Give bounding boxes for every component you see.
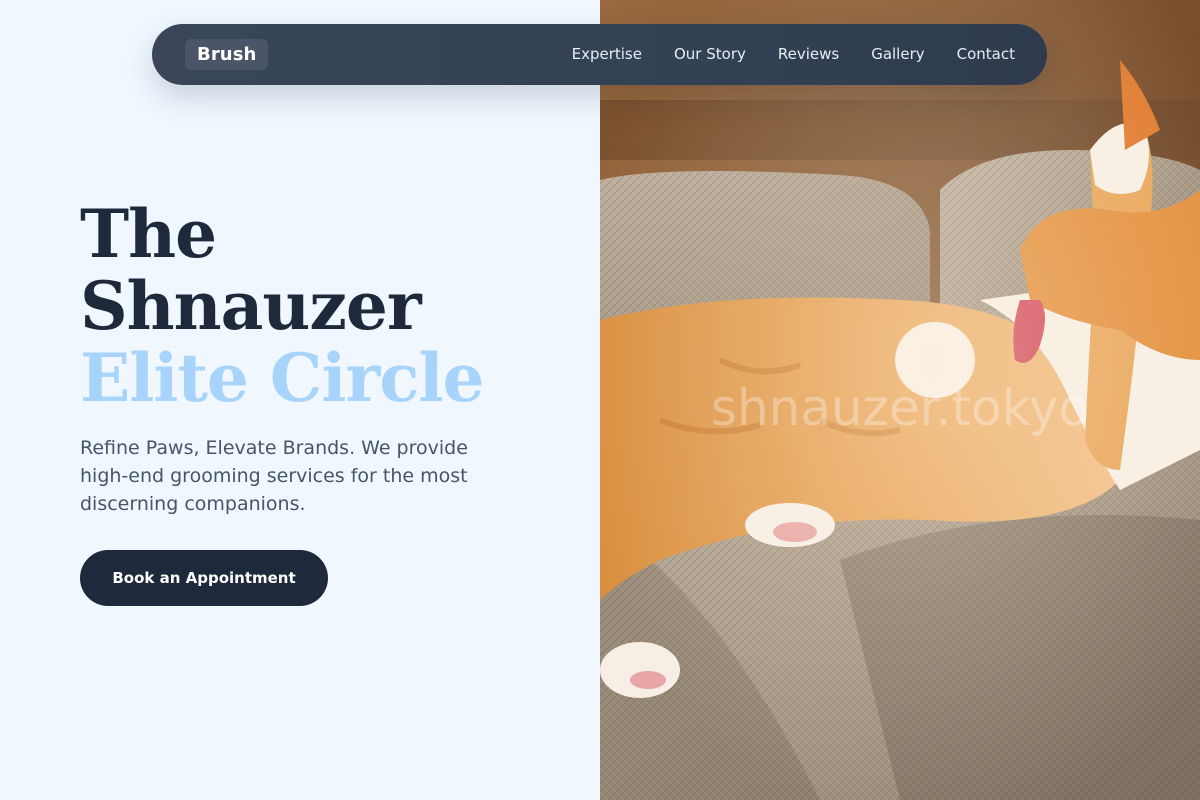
- nav-item-expertise: Expertise: [572, 45, 642, 64]
- nav-item-contact: Contact: [957, 45, 1015, 64]
- hero-photo: shnauzer.tokyo: [600, 0, 1200, 800]
- nav-item-reviews: Reviews: [778, 45, 839, 64]
- brand-logo[interactable]: Brush: [185, 39, 269, 70]
- nav-link-gallery[interactable]: Gallery: [871, 45, 924, 63]
- hero-description: Refine Paws, Elevate Brands. We provide …: [80, 437, 468, 515]
- book-appointment-button[interactable]: Book an Appointment: [80, 550, 328, 606]
- hero-title-line-2: Shnauzer: [80, 267, 422, 345]
- cat-photo-illustration: shnauzer.tokyo: [600, 0, 1200, 800]
- nav-link-reviews[interactable]: Reviews: [778, 45, 839, 63]
- nav-link-expertise[interactable]: Expertise: [572, 45, 642, 63]
- hero-title-accent: Elite Circle: [80, 339, 485, 417]
- nav-link-our-story[interactable]: Our Story: [674, 45, 746, 63]
- nav-item-our-story: Our Story: [674, 45, 746, 64]
- nav-links: Expertise Our Story Reviews Gallery Cont…: [572, 45, 1015, 64]
- top-navbar: Brush Expertise Our Story Reviews Galler…: [152, 24, 1047, 85]
- hero-title-line-1: The: [80, 195, 217, 273]
- hero-title: The Shnauzer Elite Circle: [80, 195, 485, 417]
- watermark-text: shnauzer.tokyo: [711, 379, 1089, 437]
- nav-link-contact[interactable]: Contact: [957, 45, 1015, 63]
- nav-item-gallery: Gallery: [871, 45, 924, 64]
